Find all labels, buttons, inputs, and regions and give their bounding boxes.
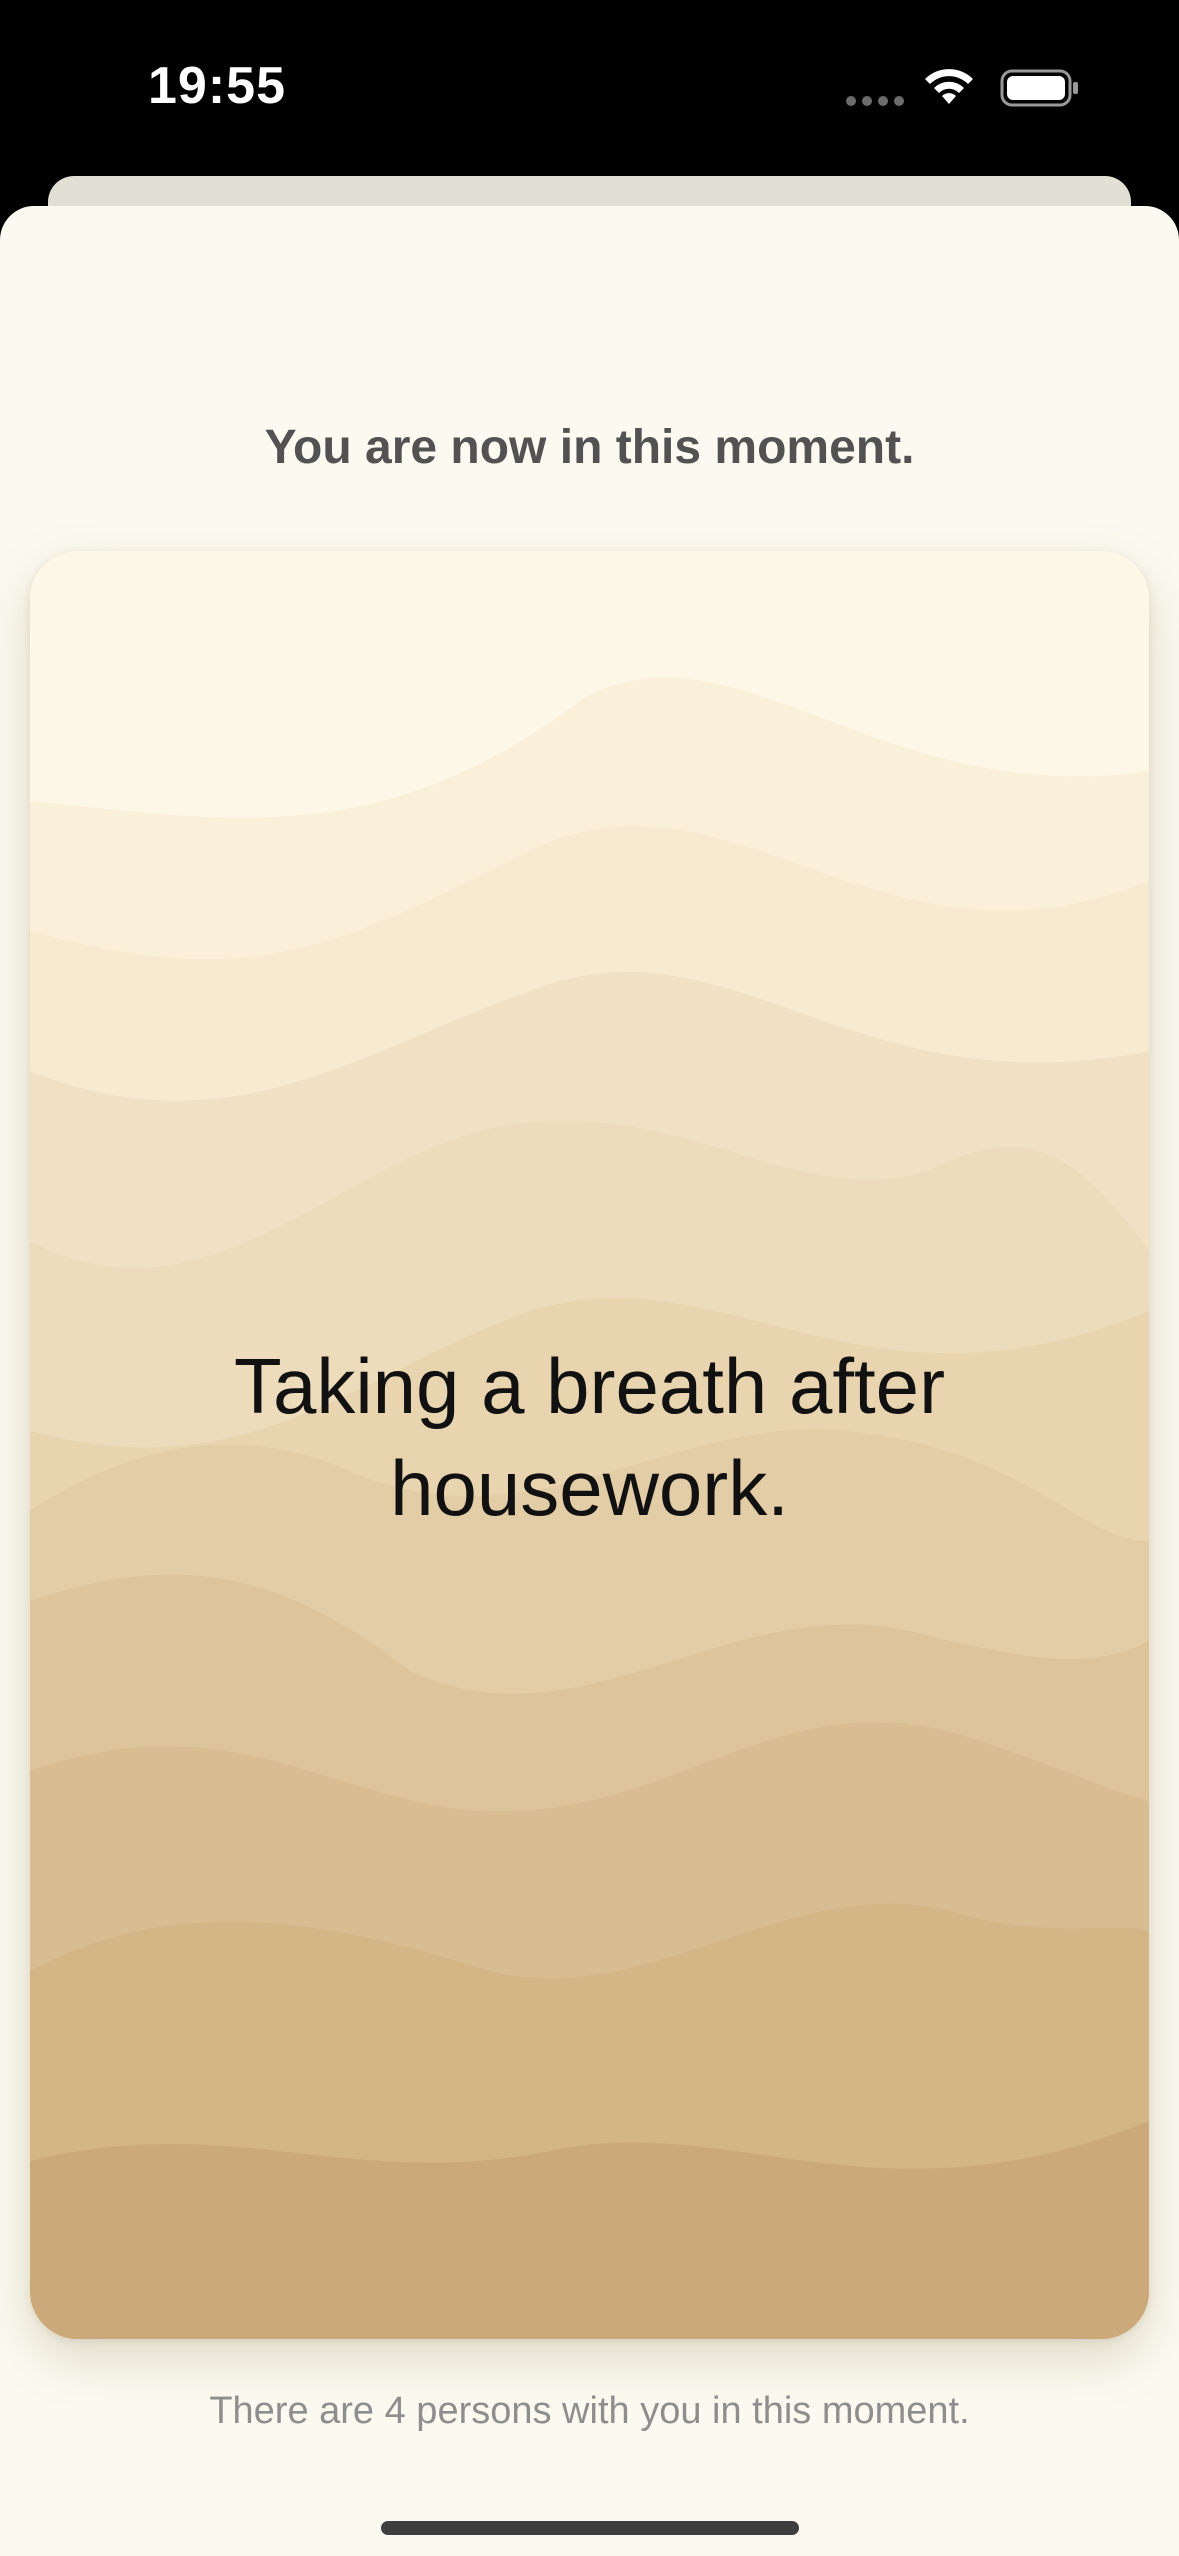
companions-count-text: There are 4 persons with you in this mom… bbox=[209, 2390, 970, 2432]
moment-text: Taking a breath after housework. bbox=[233, 1342, 946, 1532]
moment-sheet: You are now in this moment. Taking a bre… bbox=[0, 206, 1179, 2556]
home-indicator[interactable] bbox=[381, 2521, 799, 2535]
signal-dots-icon bbox=[846, 96, 906, 106]
status-time: 19:55 bbox=[148, 57, 286, 115]
wifi-icon bbox=[925, 69, 973, 104]
moment-card[interactable]: Taking a breath after housework. bbox=[30, 551, 1149, 2339]
sheet-heading: You are now in this moment. bbox=[264, 421, 915, 474]
battery-icon bbox=[1000, 69, 1078, 107]
status-bar: 19:55 bbox=[0, 0, 1179, 176]
